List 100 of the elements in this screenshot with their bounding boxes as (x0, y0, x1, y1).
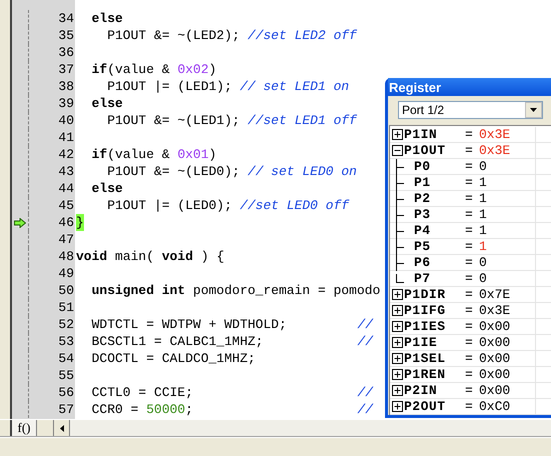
dropdown-button[interactable] (525, 102, 542, 118)
collapse-icon[interactable] (392, 145, 402, 156)
equals-sign: = (465, 239, 474, 254)
register-name: P2IN (404, 383, 438, 398)
line-number: 39 (57, 95, 75, 112)
code-comment: // (357, 401, 373, 418)
line-number: 38 (57, 78, 75, 95)
register-name: P1IFG (404, 303, 447, 318)
register-value[interactable]: 0x3E (479, 143, 536, 158)
line-number: 44 (57, 180, 75, 197)
code-comment: // (357, 384, 373, 401)
register-name: P1SEL (404, 351, 447, 366)
line-number: 53 (57, 333, 75, 350)
bit-value[interactable]: 0 (479, 255, 536, 270)
expand-icon[interactable] (392, 305, 402, 316)
register-value[interactable]: 0x00 (479, 383, 536, 398)
code-line: if(value & 0x02) (90, 61, 216, 78)
code-line: void main( void ) { (76, 248, 224, 265)
equals-sign: = (465, 143, 474, 158)
line-number: 42 (57, 146, 75, 163)
code-line: WDTCTL = WDTPW + WDTHOLD; (90, 316, 287, 333)
code-line: DCOCTL = CALDCO_1MHZ; (90, 350, 256, 367)
equals-sign: = (465, 303, 474, 318)
line-number: 50 (57, 282, 75, 299)
bit-name: P2 (414, 191, 432, 206)
line-number: 49 (57, 265, 75, 282)
code-line: P1OUT &= ~(LED0); // set LED0 on (106, 163, 357, 180)
line-number: 45 (57, 197, 75, 214)
register-value[interactable]: 0x00 (479, 319, 536, 334)
register-value[interactable]: 0x3E (479, 303, 536, 318)
equals-sign: = (465, 383, 474, 398)
register-name: P1IE (404, 335, 438, 350)
line-number: 43 (57, 163, 75, 180)
register-value[interactable]: 0x3E (479, 127, 536, 142)
line-number: 34 (57, 10, 75, 27)
code-line: else (90, 180, 123, 197)
code-line: BCSCTL1 = CALBC1_1MHZ; (90, 333, 264, 350)
bit-value[interactable]: 1 (479, 207, 536, 222)
line-number: 48 (57, 248, 75, 265)
expand-icon[interactable] (392, 289, 402, 300)
bit-name: P5 (414, 239, 432, 254)
function-tab[interactable]: f() (10, 420, 37, 436)
register-group-dropdown[interactable]: Port 1/2 (398, 101, 543, 119)
register-name: P1IES (404, 319, 447, 334)
expand-icon[interactable] (392, 129, 402, 140)
line-number: 55 (57, 367, 75, 384)
bit-name: P1 (414, 175, 432, 190)
line-number: 37 (57, 61, 75, 78)
register-value[interactable]: 0x00 (479, 367, 536, 382)
equals-sign: = (465, 175, 474, 190)
bit-name: P3 (414, 207, 432, 222)
bit-name: P0 (414, 159, 432, 174)
expand-icon[interactable] (392, 369, 402, 380)
expand-icon[interactable] (392, 337, 402, 348)
code-line: P1OUT |= (LED1); // set LED1 on (106, 78, 350, 95)
window-title: Register (388, 80, 442, 94)
bit-name: P4 (414, 223, 432, 238)
expand-icon[interactable] (392, 385, 402, 396)
register-value[interactable]: 0xC0 (479, 399, 536, 414)
equals-sign: = (465, 399, 474, 414)
bit-value[interactable]: 0 (479, 271, 536, 286)
register-value[interactable]: 0x7E (479, 287, 536, 302)
bit-value[interactable]: 1 (479, 191, 536, 206)
register-name: P1OUT (404, 143, 447, 158)
bit-value[interactable]: 0 (479, 159, 536, 174)
register-value[interactable]: 0x00 (479, 351, 536, 366)
equals-sign: = (465, 255, 474, 270)
bit-value[interactable]: 1 (479, 239, 536, 254)
code-comment: // (357, 333, 373, 350)
code-line: P1OUT |= (LED0); //set LED0 off (106, 197, 350, 214)
line-number: 40 (57, 112, 75, 129)
equals-sign: = (465, 335, 474, 350)
code-comment: // (357, 316, 373, 333)
line-number: 36 (57, 44, 75, 61)
code-line: else (90, 10, 123, 27)
expand-icon[interactable] (392, 321, 402, 332)
code-line: if(value & 0x01) (90, 146, 216, 163)
code-line: P1OUT &= ~(LED1); //set LED1 off (106, 112, 357, 129)
equals-sign: = (465, 223, 474, 238)
register-value[interactable]: 0x00 (479, 335, 536, 350)
code-line: P1OUT &= ~(LED2); //set LED2 off (106, 27, 357, 44)
equals-sign: = (465, 159, 474, 174)
register-name: P2OUT (404, 399, 447, 414)
equals-sign: = (465, 127, 474, 142)
line-number: 41 (57, 129, 75, 146)
bit-name: P7 (414, 271, 432, 286)
code-line: unsigned int pomodoro_remain = pomodo (90, 282, 380, 299)
line-number: 47 (57, 231, 75, 248)
bit-value[interactable]: 1 (479, 175, 536, 190)
equals-sign: = (465, 367, 474, 382)
code-line: CCTL0 = CCIE; (90, 384, 194, 401)
line-number: 51 (57, 299, 75, 316)
expand-icon[interactable] (392, 353, 402, 364)
register-name: P1DIR (404, 287, 447, 302)
equals-sign: = (465, 351, 474, 366)
bit-value[interactable]: 1 (479, 223, 536, 238)
expand-icon[interactable] (392, 401, 402, 412)
register-name: P1IN (404, 127, 438, 142)
line-number: 54 (57, 350, 75, 367)
line-number: 57 (57, 401, 75, 418)
